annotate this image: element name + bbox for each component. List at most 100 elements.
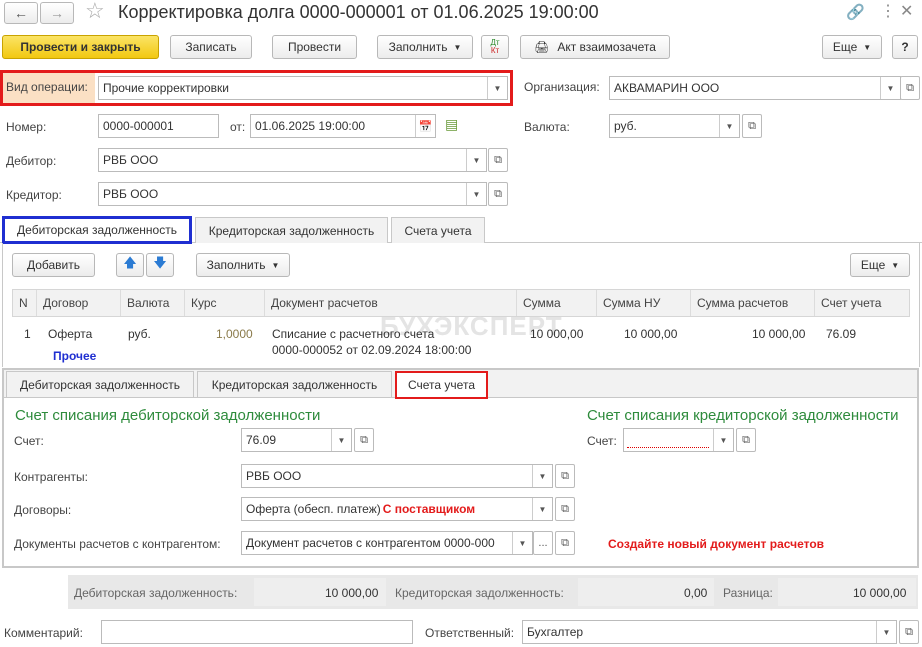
totals-diff-value: 10 000,00 (853, 586, 907, 600)
caret-down-icon: ▼ (891, 260, 900, 270)
creditor-label: Кредитор: (6, 188, 62, 202)
column-header-sum-nu[interactable]: Сумма НУ (597, 290, 691, 316)
dt-kt-button[interactable]: Дт Кт (481, 35, 509, 59)
tab-payables[interactable]: Кредиторская задолженность (195, 217, 388, 243)
calendar-icon[interactable]: 📅 (415, 115, 435, 137)
currency-select[interactable]: руб. ▼ (609, 114, 740, 138)
account-select[interactable]: 76.09 ▼ (241, 428, 352, 452)
documents-value: Документ расчетов с контрагентом 0000-00… (246, 536, 495, 550)
fill-dropdown-button[interactable]: Заполнить ▼ (377, 35, 473, 59)
column-header-currency[interactable]: Валюта (121, 290, 185, 316)
table-row[interactable]: БУХЭКСПЕРТ 1 Оферта руб. 1,0000 Списание… (12, 311, 910, 365)
currency-open-button[interactable]: ⧉ (742, 114, 762, 138)
cell-contract: Оферта (48, 327, 93, 341)
contracts-note: С поставщиком (382, 502, 476, 516)
organization-label: Организация: (524, 80, 600, 94)
caret-down-icon[interactable]: ▼ (512, 532, 532, 554)
caret-down-icon[interactable]: ▼ (880, 77, 900, 99)
post-and-close-button[interactable]: Провести и закрыть (2, 35, 159, 59)
debit-section-title: Счет списания дебиторской задолженности (15, 407, 321, 424)
date-field[interactable]: 01.06.2025 19:00:00 📅 (250, 114, 436, 138)
column-header-sum-calc[interactable]: Сумма расчетов (691, 290, 815, 316)
caret-down-icon[interactable]: ▼ (532, 465, 552, 487)
comment-input[interactable] (101, 620, 413, 644)
forward-button[interactable]: → (40, 2, 74, 24)
debtor-select[interactable]: РВБ ООО ▼ (98, 148, 487, 172)
menu-dots-icon[interactable]: ⋮ (880, 1, 896, 21)
move-down-button[interactable]: 🡇 (146, 253, 174, 277)
contracts-open-button[interactable]: ⧉ (555, 497, 575, 521)
help-button[interactable]: ? (892, 35, 918, 59)
documents-more-button[interactable]: ... (533, 531, 553, 555)
organization-open-button[interactable]: ⧉ (900, 76, 920, 100)
number-field[interactable]: 0000-000001 (98, 114, 219, 138)
link-icon[interactable]: 🔗 (846, 3, 865, 21)
table-more-button[interactable]: Еще ▼ (850, 253, 910, 277)
date-label: от: (230, 120, 246, 134)
column-header-contract[interactable]: Договор (37, 290, 121, 316)
counterparties-open-button[interactable]: ⧉ (555, 464, 575, 488)
counterparties-select[interactable]: РВБ ООО ▼ (241, 464, 553, 488)
operation-type-select[interactable]: Прочие корректировки ▼ (98, 76, 508, 100)
caret-down-icon[interactable]: ▼ (719, 115, 739, 137)
currency-value: руб. (614, 119, 637, 133)
responsible-select[interactable]: Бухгалтер ▼ (522, 620, 897, 644)
more-label: Еще (832, 40, 858, 54)
post-button[interactable]: Провести (272, 35, 357, 59)
cell-document-line1: Списание с расчетного счета (272, 327, 435, 341)
account-open-button[interactable]: ⧉ (354, 428, 374, 452)
responsible-open-button[interactable]: ⧉ (899, 620, 919, 644)
close-icon[interactable]: ✕ (900, 1, 913, 21)
arrow-right-icon: → (50, 5, 64, 21)
table-fill-button[interactable]: Заполнить ▼ (196, 253, 290, 277)
back-button[interactable]: ← (4, 2, 38, 24)
column-header-account[interactable]: Счет учета (815, 290, 910, 316)
more-button[interactable]: Еще ▼ (822, 35, 882, 59)
cell-account: 76.09 (826, 327, 857, 341)
counterparties-label: Контрагенты: (14, 470, 89, 484)
annotation-other: Прочее (53, 349, 97, 363)
caret-down-icon[interactable]: ▼ (713, 429, 733, 451)
creditor-value: РВБ ООО (103, 187, 159, 201)
organization-select[interactable]: АКВАМАРИН ООО ▼ (609, 76, 901, 100)
table-more-label: Еще (860, 258, 886, 272)
tab-receivables[interactable]: Дебиторская задолженность (2, 216, 192, 244)
caret-down-icon[interactable]: ▼ (532, 498, 552, 520)
bottom-tab-payables[interactable]: Кредиторская задолженность (197, 371, 392, 397)
creditor-select[interactable]: РВБ ООО ▼ (98, 182, 487, 206)
date-value: 01.06.2025 19:00:00 (255, 119, 366, 133)
column-header-rate[interactable]: Курс (185, 290, 265, 316)
caret-down-icon[interactable]: ▼ (466, 149, 486, 171)
comment-label: Комментарий: (4, 626, 83, 640)
cell-sum: 10 000,00 (530, 327, 584, 341)
counterparties-value: РВБ ООО (246, 469, 302, 483)
documents-open-button[interactable]: ⧉ (555, 531, 575, 555)
caret-down-icon[interactable]: ▼ (876, 621, 896, 643)
save-button[interactable]: Записать (170, 35, 252, 59)
column-header-n[interactable]: N (13, 290, 37, 316)
title-bar: ← → ☆ Корректировка долга 0000-000001 от… (0, 0, 922, 26)
contracts-select[interactable]: Оферта (обесп. платеж) С поставщиком ▼ (241, 497, 553, 521)
move-up-button[interactable]: 🡅 (116, 253, 144, 277)
comment-edit-icon[interactable]: ▤ (445, 116, 458, 133)
creditor-open-button[interactable]: ⧉ (488, 182, 508, 206)
caret-down-icon[interactable]: ▼ (487, 77, 507, 99)
caret-down-icon[interactable]: ▼ (331, 429, 351, 451)
add-row-button[interactable]: Добавить (12, 253, 95, 277)
credit-account-open-button[interactable]: ⧉ (736, 428, 756, 452)
bottom-tab-accounts[interactable]: Счета учета (395, 371, 488, 399)
cell-n: 1 (24, 327, 31, 341)
documents-select[interactable]: Документ расчетов с контрагентом 0000-00… (241, 531, 533, 555)
number-value: 0000-000001 (103, 119, 174, 133)
favorite-star-icon[interactable]: ☆ (85, 0, 105, 24)
debtor-open-button[interactable]: ⧉ (488, 148, 508, 172)
window-title: Корректировка долга 0000-000001 от 01.06… (118, 2, 599, 22)
caret-down-icon[interactable]: ▼ (466, 183, 486, 205)
bottom-tab-receivables[interactable]: Дебиторская задолженность (6, 371, 194, 397)
operation-type-value: Прочие корректировки (103, 81, 230, 95)
netting-act-button[interactable]: 🖨 Акт взаимозачета (520, 35, 670, 59)
tab-accounts[interactable]: Счета учета (391, 217, 485, 243)
arrow-up-icon: 🡅 (123, 255, 137, 270)
operation-type-label: Вид операции: (6, 80, 88, 94)
credit-account-select[interactable]: ▼ (623, 428, 734, 452)
